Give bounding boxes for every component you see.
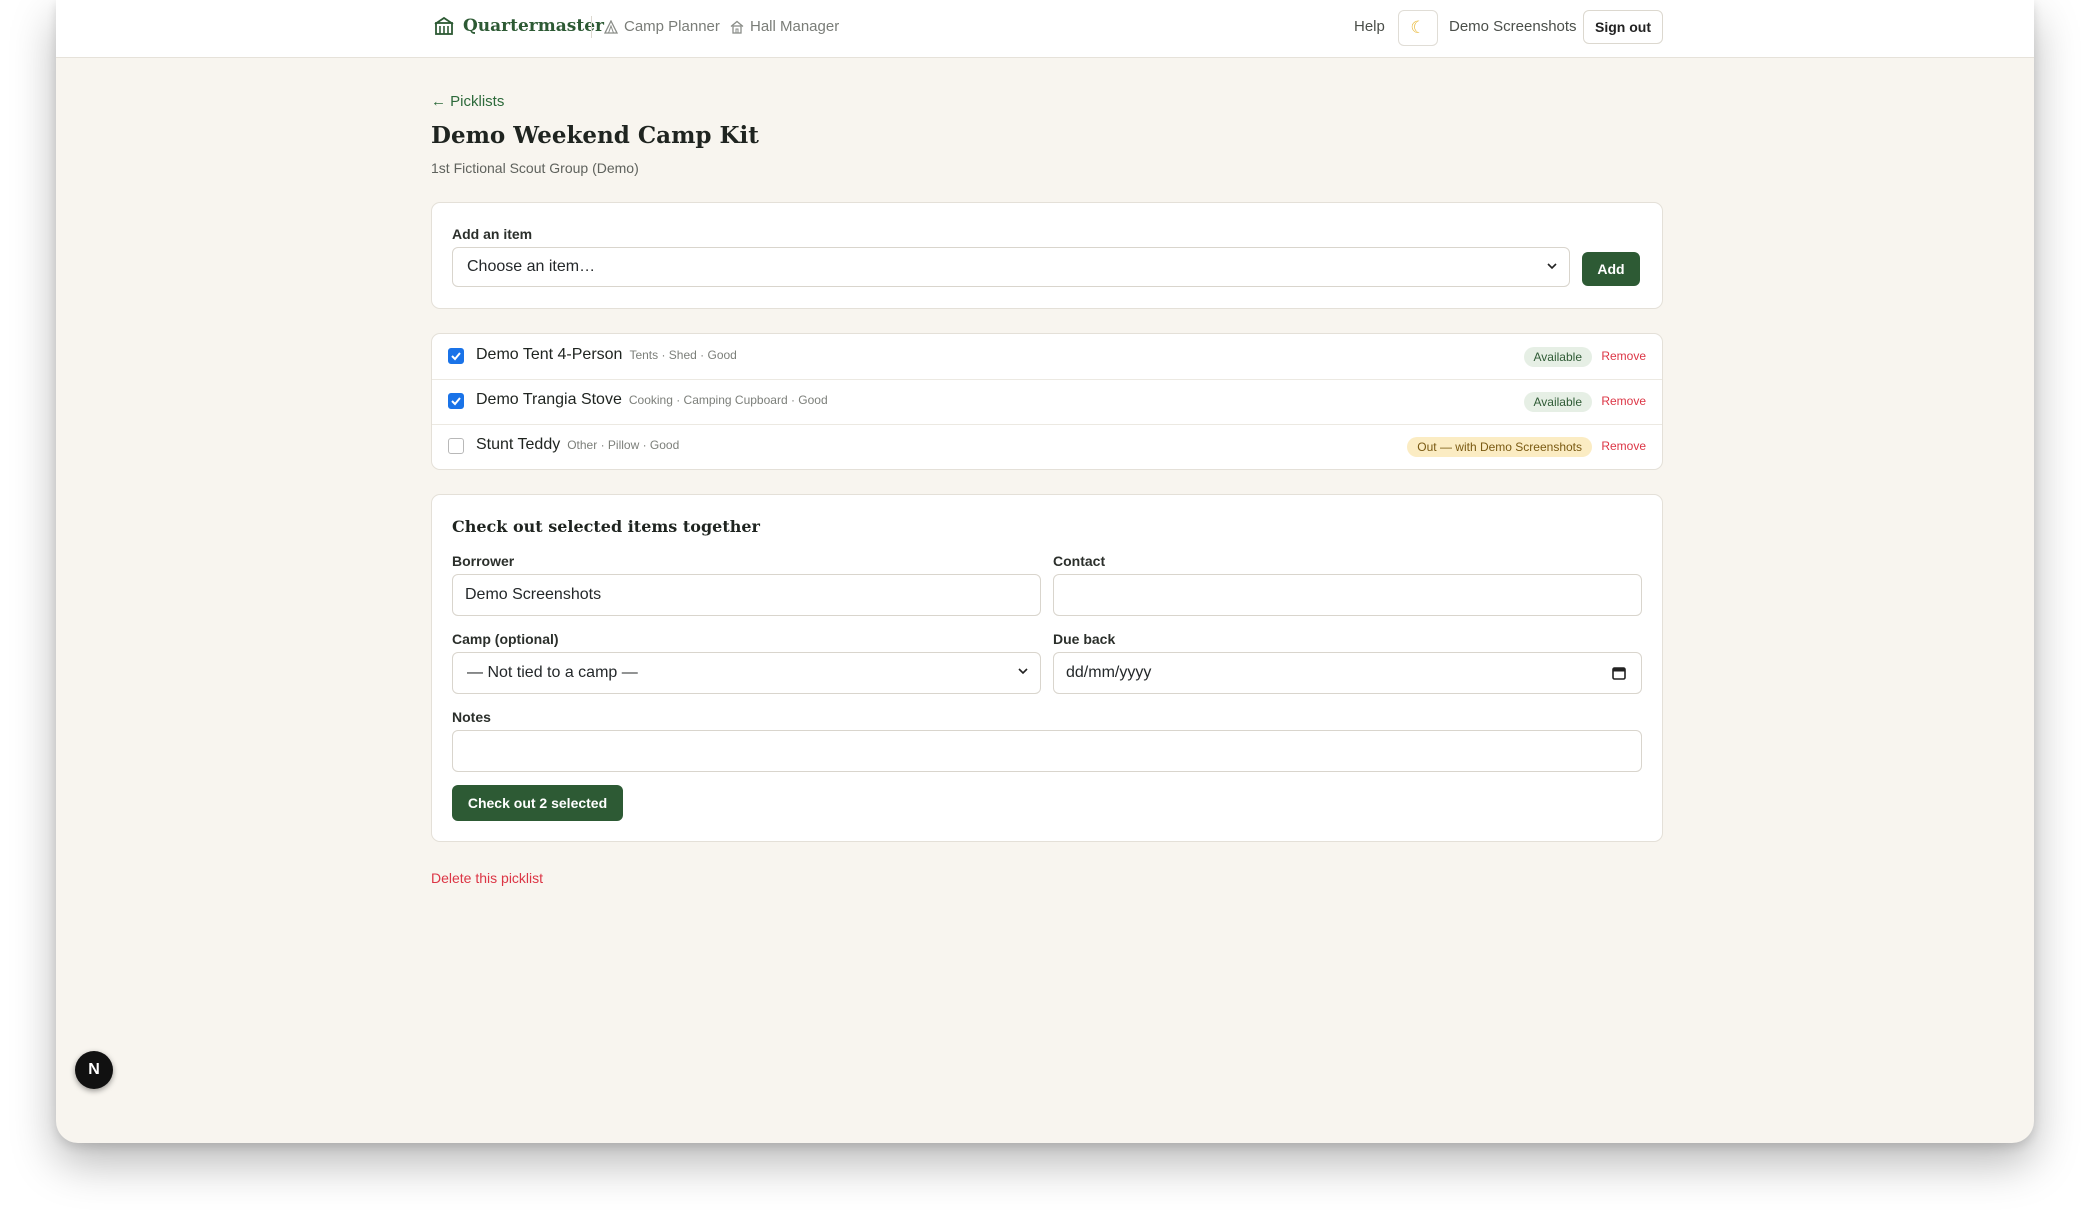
- item-name: Demo Tent 4-Person: [476, 346, 623, 363]
- check-icon: [451, 352, 461, 361]
- list-item: Stunt Teddy Other · Pillow · Good Out — w…: [432, 424, 1662, 469]
- delete-picklist-link[interactable]: Delete this picklist: [431, 870, 543, 886]
- nav-hall-manager-label: Hall Manager: [750, 18, 840, 35]
- item-name: Stunt Teddy: [476, 436, 561, 453]
- checkout-title: Check out selected items together: [452, 517, 760, 536]
- app-window: Quartermaster Camp Planner Hall Manager …: [56, 0, 2034, 1143]
- list-item: Demo Trangia Stove Cooking · Camping Cupb…: [432, 379, 1662, 425]
- item-meta: Cooking · Camping Cupboard · Good: [628, 393, 828, 407]
- camp-select-value: — Not tied to a camp —: [467, 664, 638, 681]
- nav-hall-manager[interactable]: Hall Manager: [730, 18, 839, 35]
- status-badge: Available: [1523, 347, 1592, 367]
- chevron-down-icon: [1018, 668, 1028, 675]
- list-item: Demo Tent 4-Person Tents · Shed · Good Av…: [432, 334, 1662, 380]
- nav-divider: [591, 16, 592, 38]
- notes-field[interactable]: [452, 730, 1642, 772]
- nav-camp-planner-label: Camp Planner: [624, 18, 720, 35]
- checkout-form: Check out selected items together Borrow…: [431, 494, 1663, 842]
- status-badge: Out — with Demo Screenshots: [1407, 437, 1592, 457]
- remove-item-link[interactable]: Remove: [1601, 349, 1646, 363]
- status-badge: Available: [1523, 392, 1592, 412]
- due-back-date-field[interactable]: dd/mm/yyyy: [1053, 652, 1642, 694]
- item-meta: Tents · Shed · Good: [629, 348, 737, 362]
- sign-out-button[interactable]: Sign out: [1583, 10, 1663, 44]
- top-navbar: Quartermaster Camp Planner Hall Manager …: [56, 0, 2034, 58]
- item-name-wrap: Demo Trangia Stove Cooking · Camping Cupb…: [476, 391, 828, 409]
- borrower-label: Borrower: [452, 553, 515, 569]
- camp-label: Camp (optional): [452, 631, 559, 647]
- add-item-button[interactable]: Add: [1582, 252, 1640, 286]
- due-back-placeholder: dd/mm/yyyy: [1066, 664, 1152, 681]
- item-checkbox[interactable]: [448, 348, 464, 364]
- camp-select[interactable]: — Not tied to a camp —: [452, 652, 1041, 694]
- check-out-selected-button[interactable]: Check out 2 selected: [452, 785, 623, 821]
- theme-toggle-button[interactable]: ☾: [1398, 10, 1438, 46]
- item-checkbox[interactable]: [448, 393, 464, 409]
- building-icon: [434, 16, 454, 35]
- due-back-label: Due back: [1053, 631, 1116, 647]
- item-select-value: Choose an item…: [467, 258, 596, 275]
- page-title: Demo Weekend Camp Kit: [431, 122, 759, 149]
- brand-logo[interactable]: Quartermaster: [434, 12, 604, 40]
- help-link[interactable]: Help: [1354, 18, 1385, 35]
- add-item-label: Add an item: [452, 226, 533, 242]
- calendar-icon[interactable]: [1611, 665, 1627, 681]
- borrower-field[interactable]: Demo Screenshots: [452, 574, 1041, 616]
- nav-camp-planner[interactable]: Camp Planner: [604, 18, 720, 35]
- notes-label: Notes: [452, 709, 491, 725]
- house-icon: [730, 20, 744, 34]
- check-icon: [451, 397, 461, 406]
- remove-item-link[interactable]: Remove: [1601, 439, 1646, 453]
- remove-item-link[interactable]: Remove: [1601, 394, 1646, 408]
- item-name-wrap: Demo Tent 4-Person Tents · Shed · Good: [476, 346, 737, 364]
- tent-icon: [604, 19, 618, 34]
- contact-field[interactable]: [1053, 574, 1642, 616]
- borrower-value: Demo Screenshots: [465, 586, 602, 603]
- moon-icon: ☾: [1410, 18, 1426, 37]
- page-subtitle: 1st Fictional Scout Group (Demo): [431, 160, 639, 176]
- add-item-card: Add an item Choose an item… Add: [431, 202, 1663, 309]
- back-to-picklists-link[interactable]: ← Picklists: [431, 93, 504, 110]
- item-checkbox[interactable]: [448, 438, 464, 454]
- brand-name: Quartermaster: [463, 16, 604, 36]
- dev-tools-badge[interactable]: N: [75, 1051, 113, 1089]
- chevron-down-icon: [1547, 263, 1557, 270]
- picklist-items: Demo Tent 4-Person Tents · Shed · Good Av…: [431, 333, 1663, 470]
- contact-label: Contact: [1053, 553, 1106, 569]
- item-select[interactable]: Choose an item…: [452, 247, 1570, 287]
- user-name: Demo Screenshots: [1449, 18, 1577, 35]
- item-meta: Other · Pillow · Good: [567, 438, 680, 452]
- item-name: Demo Trangia Stove: [476, 391, 622, 408]
- item-name-wrap: Stunt Teddy Other · Pillow · Good: [476, 436, 679, 454]
